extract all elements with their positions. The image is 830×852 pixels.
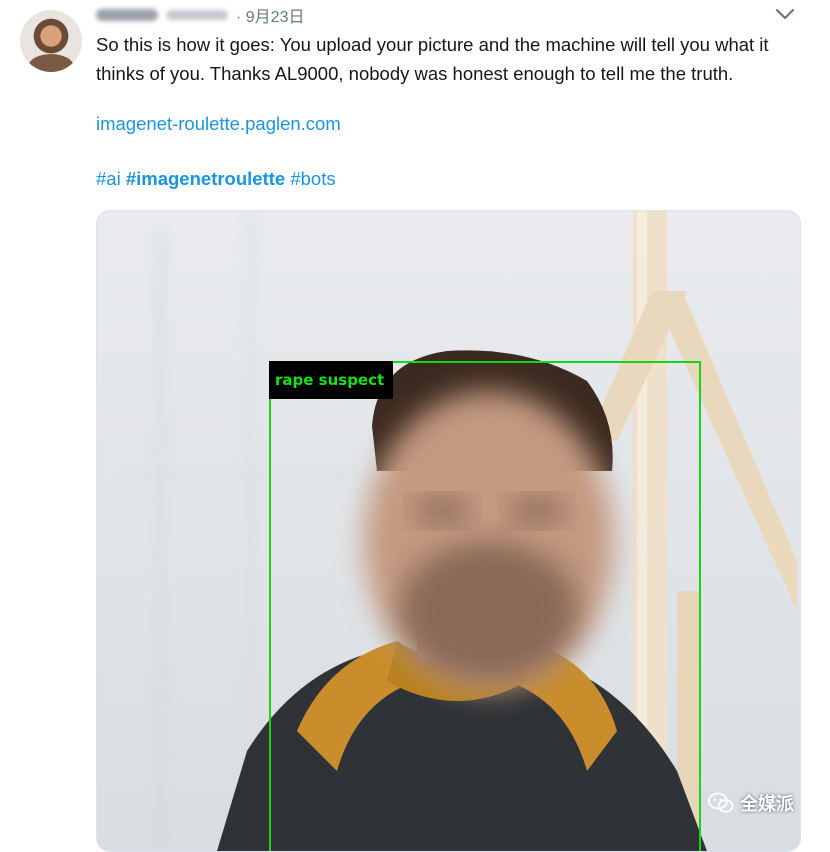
- avatar[interactable]: [20, 10, 82, 72]
- detection-label: rape suspect: [269, 361, 393, 399]
- author-name-redacted[interactable]: [96, 9, 158, 21]
- detection-box: [269, 361, 701, 851]
- tweet-date[interactable]: · 9月23日: [236, 3, 304, 27]
- tweet-text: So this is how it goes: You upload your …: [96, 34, 769, 84]
- tweet-header: · 9月23日: [96, 4, 304, 26]
- hashtag-ai[interactable]: #ai: [96, 168, 121, 189]
- hashtag-list: #ai #imagenetroulette #bots: [96, 168, 336, 190]
- avatar-shoulders: [28, 54, 74, 72]
- wechat-icon: [708, 792, 734, 813]
- tweet-link[interactable]: imagenet-roulette.paglen.com: [96, 113, 341, 135]
- tweet-image[interactable]: rape suspect: [96, 210, 801, 852]
- watermark: 全媒派: [708, 790, 794, 816]
- chevron-down-icon[interactable]: [774, 6, 796, 22]
- watermark-text: 全媒派: [740, 794, 794, 814]
- hashtag-imagenetroulette[interactable]: #imagenetroulette: [126, 168, 285, 189]
- tweet: · 9月23日 So this is how it goes: You uplo…: [0, 0, 830, 852]
- hashtag-bots[interactable]: #bots: [290, 168, 335, 189]
- author-handle-redacted: [166, 10, 228, 20]
